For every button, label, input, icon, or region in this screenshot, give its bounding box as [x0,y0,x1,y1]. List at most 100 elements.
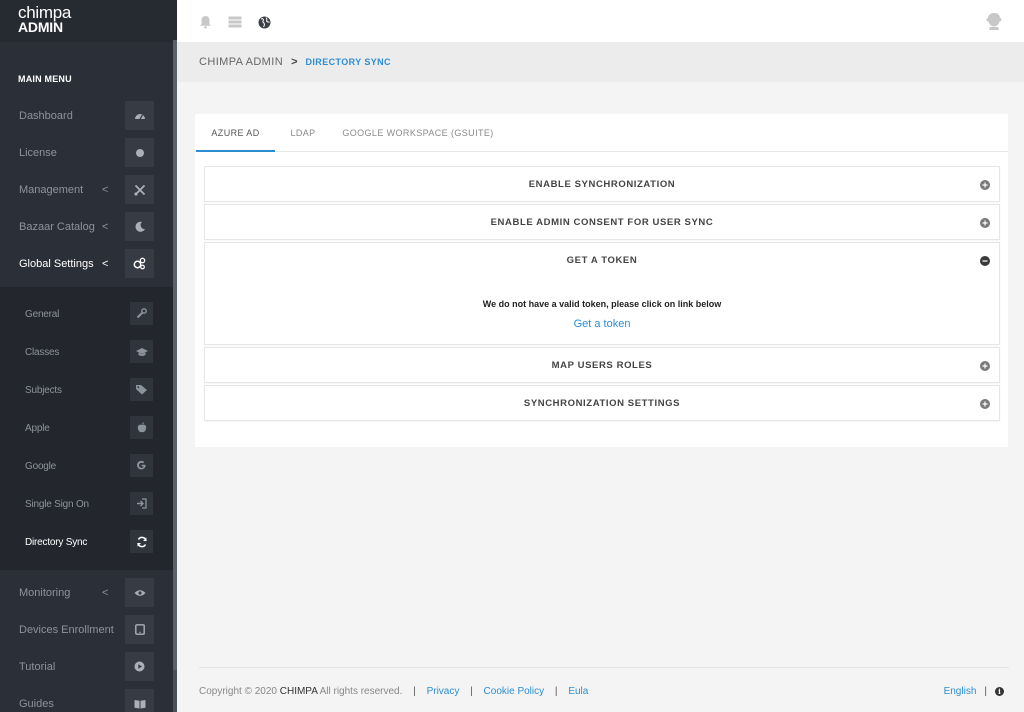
submenu-item-apple[interactable]: Apple [0,411,173,449]
cookie-policy-link[interactable]: Cookie Policy [484,686,545,697]
global-settings-submenu: General Classes Subjects Apple Google Si… [0,287,173,570]
submenu-item-classes[interactable]: Classes [0,335,173,373]
sidebar-item-label: Dashboard [19,109,73,122]
play-icon [125,652,154,681]
footer-separator: | [554,686,558,697]
breadcrumb: CHIMPA ADMIN > DIRECTORY SYNC [177,42,1024,82]
token-message: We do not have a valid token, please cli… [482,299,722,309]
plus-circle-icon[interactable] [980,399,990,409]
directory-sync-card: AZURE AD LDAP GOOGLE WORKSPACE (GSUITE) … [195,114,1008,447]
panel-title: ENABLE ADMIN CONSENT FOR USER SYNC [490,217,714,228]
tablet-icon [125,615,154,644]
sidebar-item-label: Monitoring [19,586,71,599]
sidebar-item-label: License [19,146,57,159]
bell-icon[interactable] [197,14,213,30]
sidebar-item-guides[interactable]: Guides [0,685,173,712]
sidebar-item-tutorial[interactable]: Tutorial [0,648,173,685]
dashboard-icon [125,101,154,130]
tags-icon [130,378,153,401]
breadcrumb-root[interactable]: CHIMPA ADMIN [199,56,283,68]
circle-icon [125,138,154,167]
plus-circle-icon[interactable] [980,218,990,228]
moon-icon [125,212,154,241]
submenu-item-label: Google [25,461,57,472]
gears-icon [125,249,154,278]
breadcrumb-current: DIRECTORY SYNC [305,57,391,67]
main-menu-title: MAIN MENU [18,74,72,84]
submenu-item-single-sign-on[interactable]: Single Sign On [0,487,173,525]
server-list-icon[interactable] [227,14,243,30]
sidebar-item-label: Bazaar Catalog [19,220,95,233]
rights-text: All rights reserved. [319,686,403,697]
sidebar-item-bazaar-catalog[interactable]: Bazaar Catalog < [0,208,173,245]
submenu-item-label: Directory Sync [25,537,88,548]
sign-in-icon [130,492,153,515]
sidebar-item-label: Devices Enrollment [19,623,114,636]
submenu-item-label: Apple [25,423,50,434]
sidebar-item-label: Guides [19,697,54,710]
company-name: CHIMPA [279,686,318,697]
provider-tabs: AZURE AD LDAP GOOGLE WORKSPACE (GSUITE) [195,114,1008,152]
footer-left: Copyright © 2020 CHIMPA All rights reser… [199,686,588,697]
submenu-item-general[interactable]: General [0,297,173,335]
sidebar-item-label: Global Settings [19,257,94,270]
graduation-cap-icon [130,340,153,363]
sidebar-item-devices-enrollment[interactable]: Devices Enrollment [0,611,173,648]
sidebar-item-monitoring[interactable]: Monitoring < [0,574,173,611]
submenu-item-directory-sync[interactable]: Directory Sync [0,525,173,563]
sidebar-item-dashboard[interactable]: Dashboard [0,97,173,134]
submenu-item-google[interactable]: Google [0,449,173,487]
top-bar [177,0,1024,42]
language-selector[interactable]: English [944,686,977,697]
panel-enable-synchronization[interactable]: ENABLE SYNCHRONIZATION [204,166,1000,202]
get-token-link[interactable]: Get a token [205,318,999,330]
sidebar-item-license[interactable]: License [0,134,173,171]
chevron-left-icon: < [102,257,109,270]
wrench-icon [130,302,153,325]
tab-ldap[interactable]: LDAP [281,114,325,152]
copyright-text: Copyright © 2020 [199,686,277,697]
sidebar-item-label: Management [19,183,84,196]
sidebar: chimpa ADMIN MAIN MENU Dashboard License… [0,0,177,712]
sidebar-item-management[interactable]: Management < [0,171,173,208]
eye-icon [125,578,154,607]
privacy-link[interactable]: Privacy [427,686,460,697]
submenu-item-subjects[interactable]: Subjects [0,373,173,411]
sidebar-item-label: Tutorial [19,660,56,673]
plus-circle-icon[interactable] [980,180,990,190]
panel-enable-admin-consent[interactable]: ENABLE ADMIN CONSENT FOR USER SYNC [204,204,1000,240]
submenu-item-label: Single Sign On [25,499,89,510]
sidebar-item-global-settings[interactable]: Global Settings < [0,245,173,282]
globe-icon[interactable] [256,14,272,30]
panel-synchronization-settings[interactable]: SYNCHRONIZATION SETTINGS [204,385,1000,421]
sidebar-scrollbar-thumb[interactable] [173,40,177,670]
panel-title: GET A TOKEN [566,255,638,266]
footer-right: English | i [944,686,1004,697]
submenu-item-label: Subjects [25,385,62,396]
panel-title: ENABLE SYNCHRONIZATION [528,179,676,190]
chevron-left-icon: < [102,183,109,196]
panel-get-a-token[interactable]: GET A TOKEN We do not have a valid token… [204,242,1000,345]
chevron-left-icon: < [102,586,109,599]
eula-link[interactable]: Eula [568,686,588,697]
tab-google-workspace[interactable]: GOOGLE WORKSPACE (GSUITE) [340,114,496,152]
panel-map-users-roles[interactable]: MAP USERS ROLES [204,347,1000,383]
brand-logo[interactable]: chimpa ADMIN [0,0,177,42]
panel-title: MAP USERS ROLES [551,360,653,371]
tools-icon [125,175,154,204]
footer-separator: | [984,686,987,697]
minus-circle-icon[interactable] [980,256,990,266]
footer-separator: | [470,686,473,697]
breadcrumb-separator: > [291,56,298,68]
user-avatar-icon[interactable] [984,11,1004,31]
book-icon [125,689,154,712]
submenu-item-label: General [25,309,60,320]
tab-azure-ad[interactable]: AZURE AD [196,114,275,152]
panel-title: SYNCHRONIZATION SETTINGS [523,398,681,409]
info-icon[interactable]: i [995,687,1004,696]
google-icon [130,454,153,477]
apple-icon [130,416,153,439]
footer: Copyright © 2020 CHIMPA All rights reser… [199,667,1009,712]
submenu-item-label: Classes [25,347,60,358]
plus-circle-icon[interactable] [980,361,990,371]
